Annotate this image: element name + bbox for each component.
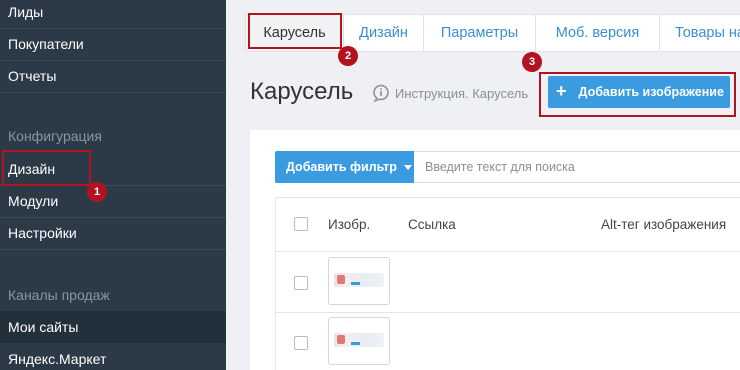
instruction-link[interactable]: Инструкция. Карусель (372, 84, 528, 102)
images-table: Изобр. Ссылка Alt-тег изображения (275, 197, 740, 370)
highlight-carousel-tab (248, 13, 342, 49)
caret-down-icon (404, 165, 413, 171)
row-divider (276, 251, 740, 252)
sidebar-section-config: Конфигурация (8, 128, 102, 144)
thumbnail-bar (351, 342, 360, 345)
tab-mobile-version[interactable]: Моб. версия (536, 15, 660, 51)
sidebar-item-modules[interactable]: Модули (0, 185, 226, 217)
annotation-badge-1: 1 (87, 182, 107, 202)
image-thumbnail[interactable] (328, 317, 390, 365)
tab-products[interactable]: Товары на (660, 15, 740, 51)
row-divider (276, 312, 740, 313)
page-title: Карусель (250, 78, 354, 105)
instruction-text: Инструкция. Карусель (395, 85, 529, 101)
sidebar-item-my-sites[interactable]: Мои сайты (0, 311, 226, 343)
tab-design[interactable]: Дизайн (344, 15, 424, 51)
sidebar-divider (0, 249, 226, 250)
annotation-badge-2: 2 (338, 46, 358, 66)
tab-parameters[interactable]: Параметры (424, 15, 536, 51)
info-bubble-icon (373, 84, 389, 102)
add-filter-button[interactable]: Добавить фильтр (275, 151, 414, 183)
sidebar-item-settings[interactable]: Настройки (0, 217, 226, 249)
highlight-design (2, 150, 91, 186)
column-header-image: Изобр. (328, 217, 371, 232)
sidebar-item-leads[interactable]: Лиды (0, 0, 226, 28)
column-header-alt: Alt-тег изображения (601, 217, 727, 232)
sidebar-item-reports[interactable]: Отчеты (0, 60, 226, 92)
row-checkbox[interactable] (294, 336, 308, 350)
thumbnail-figure (337, 335, 345, 344)
annotation-badge-3: 3 (522, 52, 542, 72)
sidebar-item-customers[interactable]: Покупатели (0, 28, 226, 60)
image-thumbnail[interactable] (328, 257, 390, 305)
column-header-link: Ссылка (408, 217, 456, 232)
add-filter-label: Добавить фильтр (286, 160, 397, 174)
thumbnail-figure (337, 275, 345, 284)
thumbnail-bar (351, 282, 360, 285)
sidebar-section-channels: Каналы продаж (8, 287, 110, 303)
search-input[interactable]: Введите текст для поиска (414, 151, 740, 183)
sidebar-divider (0, 92, 226, 93)
highlight-add-image (539, 72, 736, 117)
row-checkbox[interactable] (294, 276, 308, 290)
sidebar-item-yandex-market[interactable]: Яндекс.Маркет (0, 343, 226, 370)
select-all-checkbox[interactable] (294, 217, 308, 231)
